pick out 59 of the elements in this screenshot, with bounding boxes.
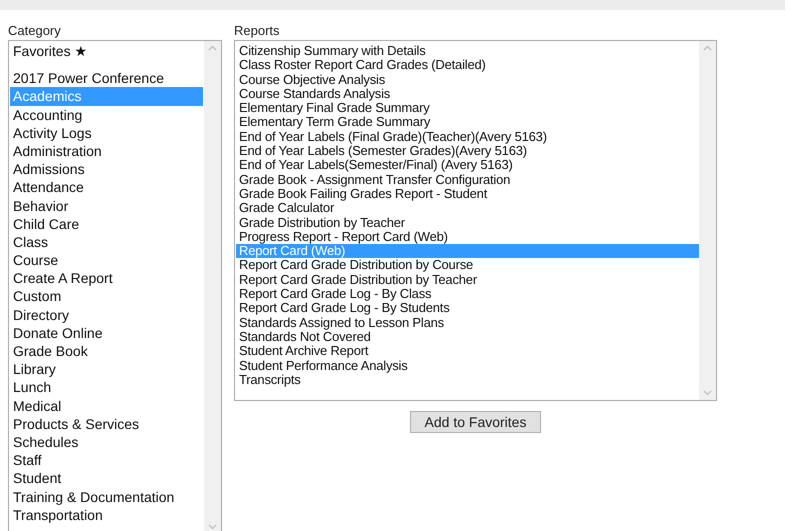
category-item[interactable]: Class	[10, 232, 203, 252]
report-item[interactable]: Student Archive Report	[236, 344, 699, 359]
scroll-down-icon[interactable]	[208, 524, 217, 530]
category-item[interactable]: Attendance	[10, 178, 203, 196]
category-item[interactable]: Student	[10, 469, 203, 488]
report-item[interactable]: Course Objective Analysis	[236, 72, 699, 87]
category-item[interactable]: Lunch	[10, 378, 203, 397]
report-item[interactable]: Report Card Grade Distribution by Course	[236, 258, 699, 273]
report-item[interactable]: Report Card Grade Log - By Students	[236, 301, 699, 316]
category-item[interactable]: Training & Documentation	[10, 488, 203, 506]
category-item[interactable]: Library	[10, 360, 203, 378]
report-item[interactable]: Course Standards Analysis	[236, 86, 699, 102]
report-item[interactable]: Progress Report - Report Card (Web)	[236, 230, 699, 244]
reports-label: Reports	[234, 23, 281, 40]
category-item[interactable]: Administration	[10, 142, 203, 160]
category-item[interactable]: Admissions	[10, 160, 203, 178]
report-item[interactable]: Grade Book Failing Grades Report - Student	[236, 186, 699, 202]
report-item[interactable]: Report Card Grade Distribution by Teacher	[236, 272, 699, 288]
category-item[interactable]: Medical	[10, 396, 203, 415]
report-item[interactable]: End of Year Labels (Final Grade)(Teacher)(Avery 5163)	[236, 130, 699, 144]
category-item[interactable]: Custom	[10, 287, 203, 306]
category-item[interactable]: Grade Book	[10, 342, 203, 360]
category-item[interactable]: Accounting	[10, 106, 203, 124]
report-item[interactable]: Report Card Grade Log - By Class	[236, 287, 699, 302]
report-item[interactable]: Grade Book - Assignment Transfer Configuration	[236, 172, 699, 187]
category-item[interactable]: Course	[10, 251, 203, 270]
scroll-up-icon[interactable]	[208, 45, 217, 51]
category-item[interactable]: 2017 Power Conference	[10, 69, 203, 88]
report-item[interactable]: Grade Distribution by Teacher	[236, 216, 699, 230]
category-item[interactable]: Staff	[10, 451, 203, 470]
category-item[interactable]: Transportation	[10, 506, 203, 524]
category-list[interactable]	[8, 40, 222, 531]
report-item[interactable]: Standards Not Covered	[236, 330, 699, 344]
report-item[interactable]: Elementary Final Grade Summary	[236, 101, 699, 116]
report-item[interactable]: Class Roster Report Card Grades (Detailed)	[236, 58, 699, 73]
category-item[interactable]: Schedules	[10, 432, 203, 452]
category-item[interactable]: Child Care	[10, 214, 203, 233]
report-item[interactable]: Standards Assigned to Lesson Plans	[236, 316, 699, 330]
report-item[interactable]: Transcripts	[236, 372, 699, 388]
category-label: Category	[8, 23, 62, 40]
category-item[interactable]: Products & Services	[10, 414, 203, 433]
report-item[interactable]: Elementary Term Grade Summary	[236, 115, 699, 130]
scrollbar[interactable]	[204, 41, 221, 531]
scroll-down-icon[interactable]	[703, 390, 712, 396]
report-item[interactable]: End of Year Labels (Semester Grades)(Avery 5163)	[236, 144, 699, 158]
category-item[interactable]: Behavior	[10, 196, 203, 215]
report-item[interactable]: Citizenship Summary with Details	[236, 44, 699, 58]
add-to-favorites-button[interactable]: Add to Favorites	[410, 411, 541, 433]
category-item[interactable]: Create A Report	[10, 269, 203, 288]
scroll-up-icon[interactable]	[703, 45, 712, 51]
report-item[interactable]: End of Year Labels(Semester/Final) (Avery 5163)	[236, 158, 699, 173]
scrollbar[interactable]	[699, 41, 716, 400]
category-item[interactable]: Activity Logs	[10, 124, 203, 142]
reports-list[interactable]	[234, 40, 717, 401]
category-item[interactable]: Donate Online	[10, 324, 203, 342]
category-item[interactable]: Directory	[10, 306, 203, 324]
favorites-item[interactable]: Favorites ★	[10, 42, 203, 60]
report-item[interactable]: Grade Calculator	[236, 201, 699, 216]
report-item[interactable]: Student Performance Analysis	[236, 358, 699, 373]
